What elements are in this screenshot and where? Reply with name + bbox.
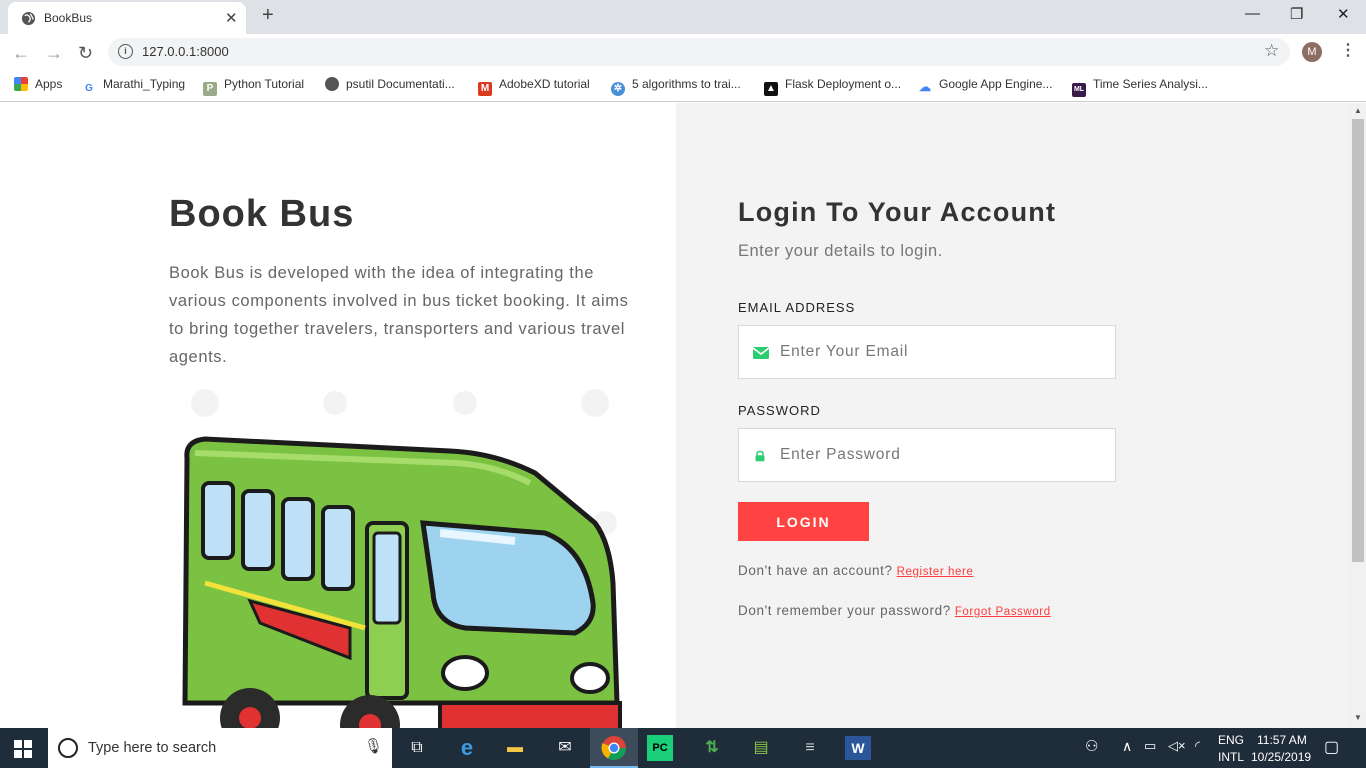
address-bar[interactable]: i 127.0.0.1:8000 ☆ (108, 38, 1290, 66)
bookmark-flask[interactable]: ▲ Flask Deployment o... (764, 77, 901, 96)
bookmark-algorithms[interactable]: ✲ 5 algorithms to trai... (611, 77, 741, 96)
browser-tab[interactable]: BookBus ✕ (8, 2, 246, 34)
bookmark-star-icon[interactable]: ☆ (1264, 41, 1279, 61)
mail-icon[interactable]: ✉ (550, 734, 580, 762)
task-view-icon[interactable]: ⧉ (402, 734, 432, 762)
taskbar: Type here to search 🎙 ⧉ e ▬ ✉ PC ⇅ ▤ ≡ W… (0, 728, 1366, 768)
clock-time[interactable]: 11:57 AM (1257, 733, 1307, 747)
forward-icon[interactable]: → (45, 43, 63, 64)
edge-icon[interactable]: e (452, 734, 482, 762)
profile-avatar[interactable]: M (1302, 42, 1322, 62)
microphone-icon[interactable]: 🎙 (364, 737, 383, 755)
close-tab-icon[interactable]: ✕ (225, 9, 238, 27)
lock-icon (755, 450, 765, 462)
ml-icon: ML (1072, 83, 1086, 97)
restore-icon[interactable]: ❐ (1290, 5, 1303, 23)
clock-date[interactable]: 10/25/2019 (1251, 750, 1311, 764)
chrome-icon[interactable] (599, 734, 629, 762)
notifications-icon[interactable]: ▢ (1324, 737, 1339, 757)
scroll-down-icon[interactable]: ▼ (1354, 713, 1362, 722)
login-subtitle: Enter your details to login. (738, 242, 943, 260)
notepad-icon[interactable]: ▤ (746, 734, 776, 762)
database-icon[interactable]: ≡ (795, 734, 825, 762)
globe-icon (21, 11, 36, 26)
medium-icon: M (478, 82, 492, 96)
back-icon[interactable]: ← (12, 43, 30, 64)
flask-icon: ▲ (764, 82, 778, 96)
page-content: Book Bus Book Bus is developed with the … (0, 103, 1350, 728)
menu-icon[interactable]: ⋮ (1340, 40, 1356, 60)
browser-tab-bar: BookBus ✕ + — ❐ ✕ (0, 0, 1366, 34)
register-prompt: Don't have an account? Register here (738, 563, 974, 578)
word-icon[interactable]: W (845, 736, 871, 760)
battery-icon[interactable]: ▭ (1144, 738, 1156, 754)
url-text[interactable]: 127.0.0.1:8000 (142, 44, 229, 59)
page-scrollbar[interactable]: ▲ ▼ (1350, 103, 1366, 728)
apps-grid-icon (14, 77, 28, 91)
bookmark-app-engine[interactable]: ☁ Google App Engine... (918, 77, 1052, 94)
password-label: PASSWORD (738, 403, 821, 418)
login-panel: Login To Your Account Enter your details… (676, 103, 1350, 728)
intro-panel: Book Bus Book Bus is developed with the … (0, 103, 676, 728)
cloud-icon: ☁ (918, 80, 932, 94)
pycharm-icon[interactable]: PC (647, 735, 673, 761)
google-icon: G (82, 82, 96, 96)
globe-icon (325, 77, 339, 91)
password-field (738, 428, 1116, 482)
reload-icon[interactable]: ↻ (78, 43, 93, 64)
email-field (738, 325, 1116, 379)
login-button[interactable]: LOGIN (738, 502, 869, 541)
minimize-icon[interactable]: — (1245, 5, 1260, 22)
language-top[interactable]: ENG (1218, 733, 1244, 747)
scrollbar-thumb[interactable] (1352, 119, 1364, 562)
site-info-icon[interactable]: i (118, 44, 133, 59)
bookmark-python-tutorial[interactable]: P Python Tutorial (203, 77, 304, 96)
envelope-icon (753, 347, 769, 359)
bookmark-psutil[interactable]: psutil Documentati... (325, 77, 455, 91)
people-icon[interactable]: ⚇ (1085, 737, 1098, 755)
cortana-icon[interactable] (58, 738, 78, 758)
show-hidden-icons[interactable]: ∧ (1122, 738, 1132, 755)
forgot-password-link[interactable]: Forgot Password (955, 606, 1051, 618)
file-explorer-icon[interactable]: ▬ (500, 734, 530, 762)
browser-toolbar: ← → ↻ i 127.0.0.1:8000 ☆ M ⋮ (0, 34, 1366, 70)
language-bottom[interactable]: INTL (1218, 750, 1244, 764)
close-window-icon[interactable]: ✕ (1337, 5, 1350, 23)
bookmark-marathi-typing[interactable]: G Marathi_Typing (82, 77, 185, 96)
taskbar-search[interactable]: Type here to search 🎙 (48, 728, 392, 768)
python-icon: P (203, 82, 217, 96)
git-icon[interactable]: ⇅ (697, 734, 727, 762)
windows-start-icon[interactable] (14, 740, 32, 758)
bookmark-adobexd[interactable]: M AdobeXD tutorial (478, 77, 590, 96)
bookmark-apps[interactable]: Apps (14, 77, 62, 91)
register-link[interactable]: Register here (897, 566, 974, 578)
bus-illustration (182, 389, 622, 728)
taskbar-search-placeholder[interactable]: Type here to search (88, 740, 216, 756)
new-tab-button[interactable]: + (262, 4, 274, 27)
scroll-up-icon[interactable]: ▲ (1354, 106, 1362, 115)
bookmark-time-series[interactable]: ML Time Series Analysi... (1072, 77, 1208, 97)
bookmarks-bar: Apps G Marathi_Typing P Python Tutorial ps… (0, 70, 1366, 102)
email-input[interactable] (780, 326, 1110, 378)
gear-icon: ✲ (611, 82, 625, 96)
tab-title: BookBus (44, 11, 93, 25)
brand-description: Book Bus is developed with the idea of i… (169, 264, 629, 366)
wifi-icon[interactable]: ◜ (1195, 738, 1200, 754)
password-input[interactable] (780, 429, 1110, 481)
login-title: Login To Your Account (738, 197, 1057, 227)
email-label: EMAIL ADDRESS (738, 300, 856, 315)
brand-title: Book Bus (169, 193, 355, 235)
volume-icon[interactable]: ◁× (1168, 738, 1186, 754)
forgot-prompt: Don't remember your password? Forgot Pass… (738, 603, 1051, 618)
